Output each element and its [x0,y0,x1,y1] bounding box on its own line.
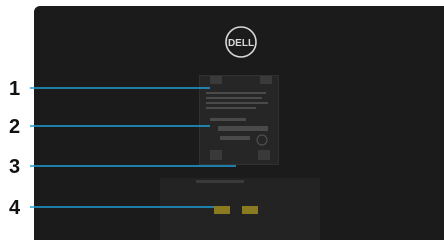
service-tag-label [214,206,230,214]
mount-tab-right-top [260,76,272,84]
callout-number-1: 1 [9,78,21,100]
callout-number-3: 3 [9,156,21,178]
diagram: DELL 1 2 3 4 [0,0,444,240]
callout-number-2: 2 [9,116,21,138]
dell-logo: DELL [225,26,257,58]
stand-hinge-line [196,180,244,183]
barcode-label [242,206,258,214]
logo-text: DELL [228,38,254,49]
mount-tab-left-bottom [210,150,222,160]
mount-tab-left-top [210,76,222,84]
mount-tab-right-bottom [258,150,270,160]
regulatory-label [206,92,268,146]
callout-number-4: 4 [9,197,21,219]
diagram-graphics: DELL [30,26,272,214]
